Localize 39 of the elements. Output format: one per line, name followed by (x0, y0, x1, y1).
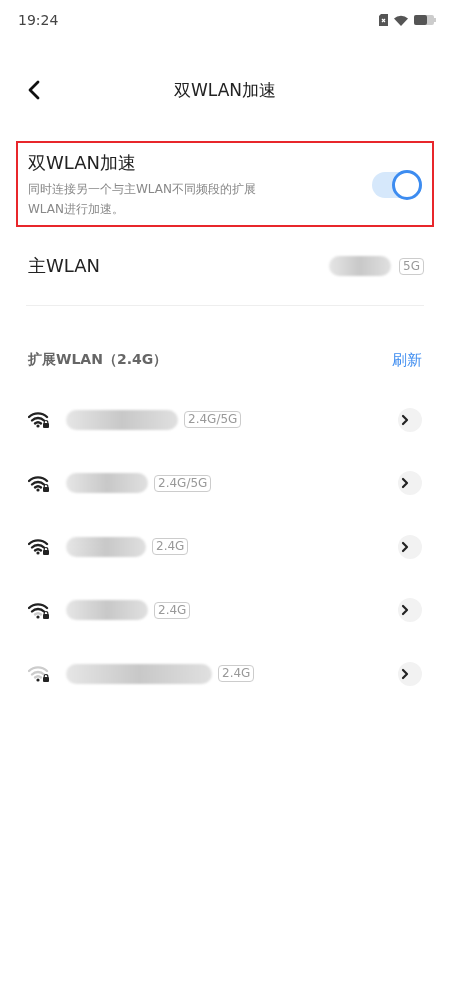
page-title: 双WLAN加速 (174, 78, 276, 102)
wifi-lock-icon (28, 538, 50, 556)
wifi-lock-icon (28, 474, 50, 492)
band-tag: 5G (399, 257, 424, 275)
chevron-button[interactable] (398, 407, 422, 432)
network-item[interactable]: 2.4G/5G (0, 451, 450, 515)
redacted-name (329, 256, 392, 276)
wifi-lock-icon (28, 411, 50, 429)
band-tag: 2.4G (218, 665, 255, 683)
wifi-icon (394, 14, 408, 26)
wifi-lock-icon (28, 665, 50, 683)
status-time: 19:24 (18, 12, 59, 28)
chevron-icon (401, 540, 409, 553)
toggle-switch[interactable] (372, 172, 422, 198)
setting-title: 双WLAN加速 (28, 151, 138, 175)
chevron-button[interactable] (398, 471, 422, 496)
main-wlan-label: 主WLAN (28, 254, 101, 278)
chevron-button[interactable] (398, 598, 422, 623)
band-tag: 2.4G/5G (154, 474, 212, 492)
chevron-icon (401, 667, 409, 680)
network-item[interactable]: 2.4G (0, 578, 450, 642)
refresh-link[interactable]: 刷新 (392, 350, 422, 370)
chevron-button[interactable] (398, 661, 422, 686)
section-title: 扩展WLAN（2.4G） (28, 351, 168, 369)
chevron-icon (401, 604, 409, 617)
network-item[interactable]: 2.4G (0, 642, 450, 706)
chevron-icon (401, 477, 409, 490)
network-item[interactable]: 2.4G/5G (0, 388, 450, 452)
battery-icon (414, 15, 436, 25)
back-icon[interactable] (28, 80, 40, 100)
network-item[interactable]: 2.4G (0, 515, 450, 579)
chevron-icon (401, 413, 409, 426)
sim-icon (379, 14, 388, 26)
band-tag: 2.4G (154, 601, 191, 619)
setting-description: 同时连接另一个与主WLAN不同频段的扩展WLAN进行加速。 (28, 181, 257, 218)
chevron-button[interactable] (398, 534, 422, 559)
band-tag: 2.4G/5G (184, 411, 242, 429)
band-tag: 2.4G (152, 538, 189, 556)
wifi-lock-icon (28, 601, 50, 619)
